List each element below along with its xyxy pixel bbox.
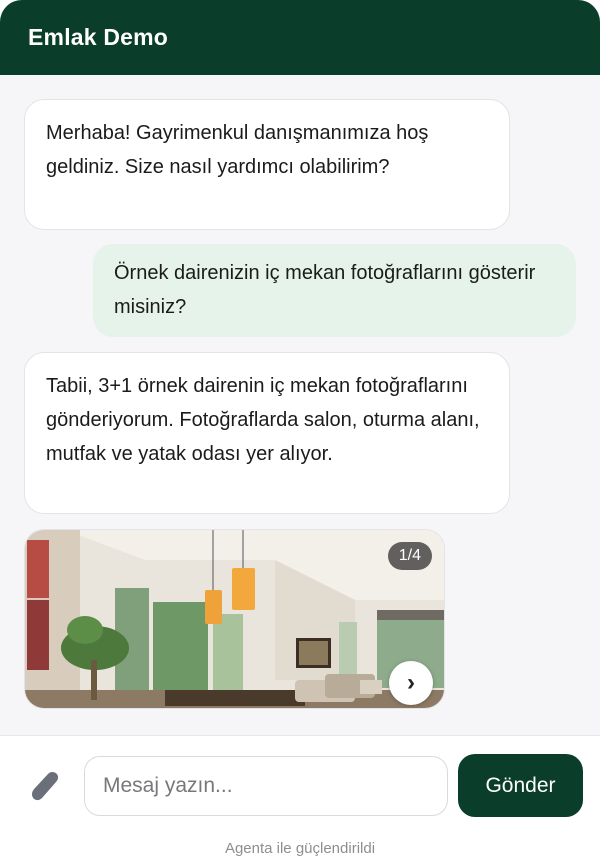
interior-photo bbox=[25, 530, 444, 708]
bot-message: Merhaba! Gayrimenkul danışmanımıza hoş g… bbox=[24, 99, 510, 230]
composer: Gönder Agenta ile güçlendirildi bbox=[0, 735, 600, 866]
image-counter: 1/4 bbox=[387, 542, 432, 570]
chat-title: Emlak Demo bbox=[28, 24, 169, 50]
message-list[interactable]: Merhaba! Gayrimenkul danışmanımıza hoş g… bbox=[0, 75, 600, 735]
chat-header: Emlak Demo bbox=[0, 0, 600, 75]
bot-message: Tabii, 3+1 örnek dairenin iç mekan fotoğ… bbox=[24, 352, 510, 514]
chevron-right-icon: › bbox=[407, 669, 415, 696]
send-button[interactable]: Gönder bbox=[458, 754, 583, 817]
paperclip-icon[interactable] bbox=[28, 768, 62, 804]
chat-widget: Emlak Demo Merhaba! Gayrimenkul danışman… bbox=[0, 0, 600, 866]
user-message: Örnek dairenizin iç mekan fotoğraflarını… bbox=[93, 244, 576, 337]
message-input[interactable] bbox=[84, 756, 448, 816]
photo-carousel[interactable]: 1/4 › bbox=[24, 529, 445, 709]
next-image-button[interactable]: › bbox=[389, 661, 433, 705]
powered-by-label: Agenta ile güçlendirildi bbox=[224, 840, 376, 857]
